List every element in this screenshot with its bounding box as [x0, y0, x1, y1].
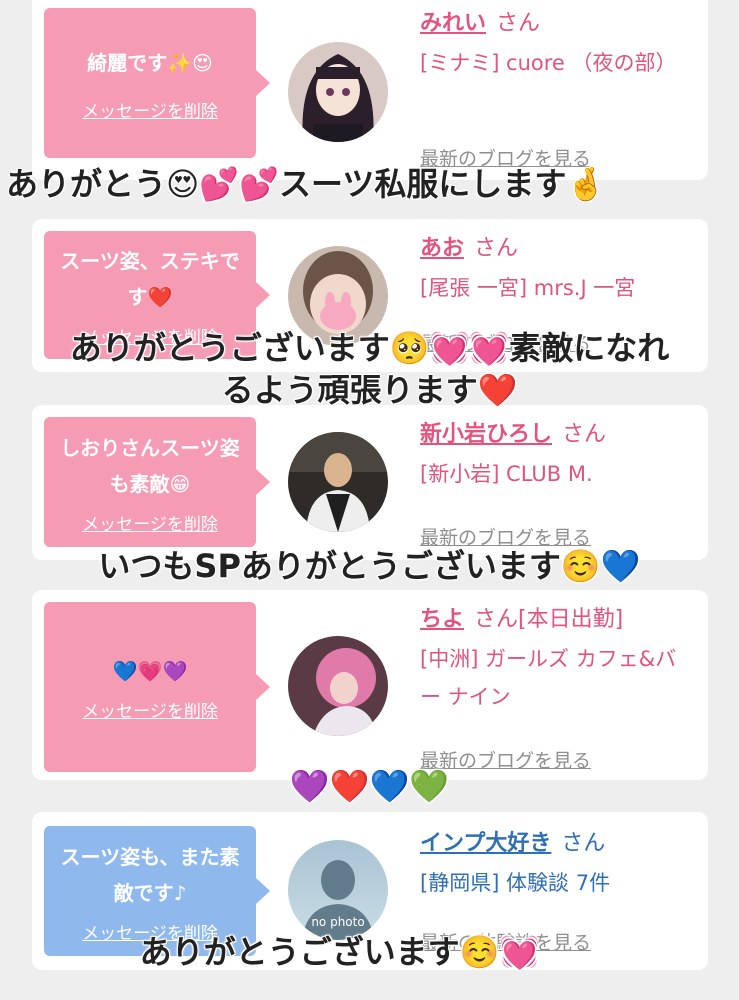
- shop-name: [新小岩] CLUB M.: [420, 462, 593, 486]
- user-info: あお さん [尾張 一宮] mrs.J 一宮 最新のブログを見る: [420, 229, 700, 355]
- message-bubble: 綺麗です✨😍 メッセージを削除: [44, 8, 270, 158]
- message-card: 綺麗です✨😍 メッセージを削除 みれい さん [ミナミ] cuore （夜の部） …: [32, 0, 708, 180]
- honorific: さん: [474, 236, 519, 261]
- avatar[interactable]: [288, 636, 388, 736]
- message-bubble: しおりさんスーツ姿も素敵😁 メッセージを削除: [44, 417, 270, 547]
- shop-name: [静岡県] 体験談 7件: [420, 871, 611, 895]
- honorific: さん: [496, 11, 541, 36]
- overlay-caption: るよう頑張ります❤️: [221, 371, 518, 409]
- shop-name: [中洲] ガールズ カフェ&バー ナイン: [420, 647, 677, 709]
- message-text: 💙💗💜: [112, 658, 188, 683]
- avatar[interactable]: no photo: [288, 840, 388, 940]
- honorific: さん[本日出勤]: [474, 607, 624, 632]
- honorific: さん: [561, 831, 606, 856]
- shop-name: [ミナミ] cuore （夜の部）: [420, 51, 677, 75]
- honorific: さん: [562, 422, 607, 447]
- message-card: しおりさんスーツ姿も素敵😁 メッセージを削除 新小岩ひろし さん [新小岩] CL…: [32, 405, 708, 560]
- message-bubble: 💙💗💜 メッセージを削除: [44, 602, 270, 772]
- message-text: しおりさんスーツ姿も素敵😁: [60, 435, 240, 496]
- user-info: みれい さん [ミナミ] cuore （夜の部） 最新のブログを見る: [420, 4, 700, 170]
- user-name-link[interactable]: 新小岩ひろし: [420, 422, 552, 447]
- no-photo-label: no photo: [311, 915, 364, 929]
- user-name-link[interactable]: みれい: [420, 11, 486, 36]
- message-text: スーツ姿、ステキです❤️: [60, 248, 240, 309]
- avatar[interactable]: [288, 42, 388, 142]
- overlay-caption: 💜❤️💙💚: [289, 767, 450, 805]
- message-card: 💙💗💜 メッセージを削除 ちよ さん[本日出勤] [中洲] ガールズ カフェ&バー…: [32, 590, 708, 780]
- overlay-caption: ありがとうございます🥺💓💓素敵になれ: [69, 329, 670, 367]
- overlay-caption: ありがとう😍💕💕スーツ私服にします🤞: [6, 165, 607, 203]
- delete-message-link[interactable]: メッセージを削除: [82, 510, 218, 535]
- shop-name: [尾張 一宮] mrs.J 一宮: [420, 276, 636, 300]
- user-info: インプ大好き さん [静岡県] 体験談 7件 最新の体験談を見る: [420, 824, 700, 954]
- delete-message-link[interactable]: メッセージを削除: [82, 697, 218, 722]
- avatar[interactable]: [288, 432, 388, 532]
- overlay-caption: いつもSPありがとうございます☺️💙: [98, 547, 641, 585]
- delete-message-link[interactable]: メッセージを削除: [82, 97, 218, 122]
- message-text: 綺麗です✨😍: [87, 50, 213, 75]
- user-name-link[interactable]: インプ大好き: [420, 831, 551, 856]
- user-info: 新小岩ひろし さん [新小岩] CLUB M. 最新のブログを見る: [420, 415, 700, 549]
- user-info: ちよ さん[本日出勤] [中洲] ガールズ カフェ&バー ナイン 最新のブログを見…: [420, 600, 700, 772]
- user-name-link[interactable]: ちよ: [420, 607, 464, 632]
- user-name-link[interactable]: あお: [420, 236, 464, 261]
- overlay-caption: ありがとうございます☺️💓: [139, 933, 540, 971]
- message-text: スーツ姿も、また素敵です♪: [60, 844, 240, 905]
